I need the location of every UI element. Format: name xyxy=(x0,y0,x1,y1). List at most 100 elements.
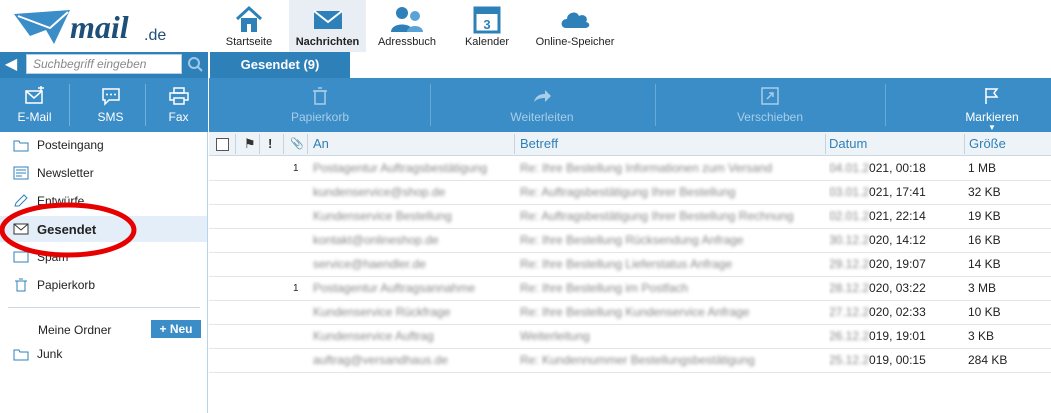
divider xyxy=(825,134,826,154)
mail-de-logo[interactable]: mail .de xyxy=(10,6,200,46)
table-header xyxy=(209,132,1051,156)
nav-label: Kalender xyxy=(464,36,510,48)
recipient: Kundenservice Auftrag xyxy=(313,329,434,343)
forward-button[interactable]: Weiterleiten xyxy=(472,78,612,132)
subject: Re: Ihre Bestellung Informationen zum Ve… xyxy=(520,161,773,175)
folder-junk[interactable]: Junk xyxy=(0,341,207,367)
back-arrow-icon[interactable]: ◀ xyxy=(0,52,22,78)
table-row[interactable]: auftrag@versandhaus.de Re: Kundennummer … xyxy=(209,349,1051,373)
subject: Re: Auftragsbestätigung Ihrer Bestellung xyxy=(520,185,736,199)
table-row[interactable]: service@haendler.de Re: Ihre Bestellung … xyxy=(209,253,1051,277)
nav-label: Startseite xyxy=(225,36,273,48)
flag-column-header[interactable]: ⚑ xyxy=(244,132,256,156)
size-column-header[interactable]: Größe xyxy=(969,132,1006,156)
date: 30.12.2020, 14:12 xyxy=(829,229,949,252)
to-column-header[interactable]: An xyxy=(313,132,329,156)
recipient: service@haendler.de xyxy=(313,257,426,271)
table-row[interactable]: 1 Postagentur Auftragsbestätigung Re: Ih… xyxy=(209,157,1051,181)
size: 32 KB xyxy=(968,185,1001,199)
date-suffix: 021, 00:18 xyxy=(869,161,926,175)
sms-button[interactable]: SMS xyxy=(76,78,145,132)
cloud-icon xyxy=(561,12,590,28)
date-prefix: 29.12.2 xyxy=(829,257,870,271)
size: 16 KB xyxy=(968,233,1001,247)
toolbar-label: Weiterleiten xyxy=(510,110,574,124)
tab-gesendet[interactable]: Gesendet (9) xyxy=(210,52,350,78)
nav-adressbuch[interactable]: Adressbuch xyxy=(376,0,438,52)
subject: Re: Auftragsbestätigung Ihrer Bestellung… xyxy=(520,209,794,223)
divider xyxy=(69,84,70,126)
date: 02.01.2021, 22:14 xyxy=(829,205,949,228)
date: 03.01.2021, 17:41 xyxy=(829,181,949,204)
divider xyxy=(430,84,431,126)
date: 29.12.2020, 19:07 xyxy=(829,253,949,276)
size: 14 KB xyxy=(968,257,1001,271)
annotation-circle xyxy=(0,202,137,258)
table-row[interactable]: Kundenservice Auftrag Weiterleitung 26.1… xyxy=(209,325,1051,349)
envelope-icon xyxy=(312,10,343,29)
chevron-down-icon: ▼ xyxy=(988,123,996,132)
folder-papierkorb[interactable]: Papierkorb xyxy=(0,272,207,298)
new-folder-button[interactable]: + Neu xyxy=(151,320,201,338)
attachment-column-header[interactable]: 📎 xyxy=(290,132,304,156)
folder-label: Posteingang xyxy=(37,138,104,152)
recipient: Postagentur Auftragsannahme xyxy=(313,281,476,295)
table-row[interactable]: Kundenservice Bestellung Re: Auftragsbes… xyxy=(209,205,1051,229)
new-email-button[interactable]: E-Mail xyxy=(0,78,69,132)
nav-kalender[interactable]: 3 Kalender xyxy=(457,0,517,52)
attachment-count xyxy=(293,229,303,252)
action-label: SMS xyxy=(97,110,124,124)
subject: Re: Ihre Bestellung Rücksendung Anfrage xyxy=(520,233,744,247)
date-suffix: 021, 17:41 xyxy=(869,185,926,199)
nav-startseite[interactable]: Startseite xyxy=(218,0,280,52)
divider xyxy=(259,134,260,154)
subject: Re: Ihre Bestellung Kundenservice Anfrag… xyxy=(520,305,750,319)
recipient: kontakt@onlineshop.de xyxy=(313,233,439,247)
date: 04.01.2021, 00:18 xyxy=(829,157,949,180)
size: 284 KB xyxy=(968,353,1008,367)
date-suffix: 019, 00:15 xyxy=(869,353,926,367)
search-input[interactable]: Suchbegriff eingeben xyxy=(26,54,182,74)
divider xyxy=(885,84,886,126)
calendar-day: 3 xyxy=(483,17,490,32)
action-label: Fax xyxy=(168,110,189,124)
date-column-header[interactable]: Datum xyxy=(829,132,867,156)
size: 3 KB xyxy=(968,329,995,343)
folder-newsletter[interactable]: Newsletter xyxy=(0,160,207,186)
home-icon xyxy=(235,5,263,32)
trash-button[interactable]: Papierkorb xyxy=(250,78,390,132)
mark-button[interactable]: Markieren ▼ xyxy=(950,78,1034,132)
folder-posteingang[interactable]: Posteingang xyxy=(0,132,207,158)
trash-icon xyxy=(313,87,327,105)
flag-icon xyxy=(985,88,999,104)
table-row[interactable]: kontakt@onlineshop.de Re: Ihre Bestellun… xyxy=(209,229,1051,253)
my-folders-label: Meine Ordner xyxy=(38,323,112,337)
date-suffix: 020, 03:22 xyxy=(869,281,926,295)
attachment-count xyxy=(293,181,303,204)
recipient: kundenservice@shop.de xyxy=(313,185,446,199)
date-suffix: 019, 19:01 xyxy=(869,329,926,343)
date-suffix: 021, 22:14 xyxy=(869,209,926,223)
nav-nachrichten[interactable]: Nachrichten xyxy=(289,0,366,52)
table-row[interactable]: kundenservice@shop.de Re: Auftragsbestät… xyxy=(209,181,1051,205)
priority-column-header[interactable]: ! xyxy=(268,132,272,156)
search-icon[interactable] xyxy=(186,55,204,73)
toolbar-label: Papierkorb xyxy=(290,110,350,124)
date: 27.12.2020, 02:33 xyxy=(829,301,949,324)
folder-icon xyxy=(13,140,29,152)
attachment-count xyxy=(293,349,303,372)
date-prefix: 27.12.2 xyxy=(829,305,870,319)
nav-online-speicher[interactable]: Online-Speicher xyxy=(532,0,618,52)
subject-column-header[interactable]: Betreff xyxy=(520,132,558,156)
divider xyxy=(655,84,656,126)
trash-icon xyxy=(15,278,27,292)
subject: Re: Kundennummer Bestellungsbestätigung xyxy=(520,353,755,367)
newsletter-icon xyxy=(13,166,29,180)
logo-suffix: .de xyxy=(144,27,166,44)
select-all-checkbox[interactable] xyxy=(216,138,229,151)
move-button[interactable]: Verschieben xyxy=(700,78,840,132)
table-row[interactable]: 1 Postagentur Auftragsannahme Re: Ihre B… xyxy=(209,277,1051,301)
fax-button[interactable]: Fax xyxy=(144,78,213,132)
table-row[interactable]: Kundenservice Rückfrage Re: Ihre Bestell… xyxy=(209,301,1051,325)
subject: Re: Ihre Bestellung Lieferstatus Anfrage xyxy=(520,257,733,271)
